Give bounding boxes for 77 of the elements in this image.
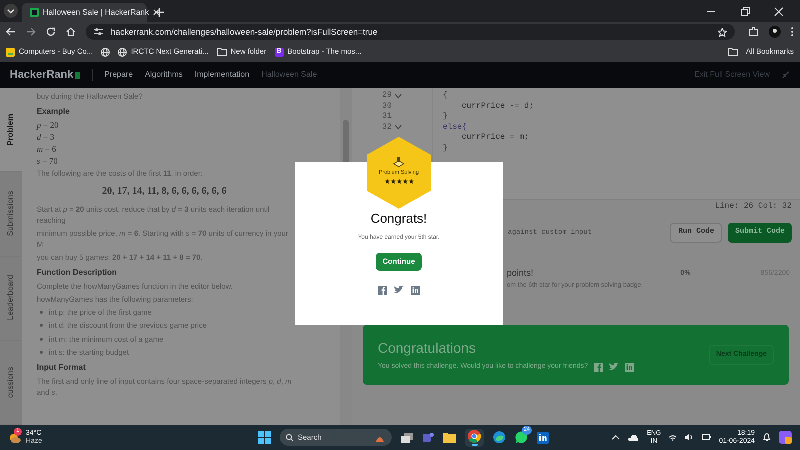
tab-title: Halloween Sale | HackerRank: [43, 6, 150, 18]
close-icon[interactable]: [774, 7, 784, 17]
math-line: p = 20: [37, 120, 60, 130]
line-number: 31: [381, 111, 392, 123]
more-icon[interactable]: [791, 27, 794, 37]
extensions-icon[interactable]: [749, 27, 759, 37]
bullet-icon: [40, 338, 43, 341]
battery-icon[interactable]: [702, 434, 712, 441]
edge-icon[interactable]: [493, 431, 506, 444]
chevron-down-icon[interactable]: [395, 94, 402, 98]
linkedin-icon[interactable]: [537, 432, 549, 444]
windows-icon[interactable]: [258, 431, 271, 444]
close-icon[interactable]: [153, 9, 160, 16]
speaker-icon[interactable]: [685, 434, 694, 441]
reload-icon[interactable]: [46, 27, 56, 37]
breadcrumb-current: Halloween Sale: [262, 69, 318, 81]
home-icon[interactable]: [66, 27, 76, 37]
bullet-icon: [40, 311, 43, 314]
code-line: }: [443, 142, 448, 154]
copilot-icon[interactable]: [779, 431, 792, 444]
wifi-icon[interactable]: [669, 434, 678, 440]
folder-icon: [728, 48, 738, 56]
site-settings-icon: [94, 28, 103, 36]
code-line: }: [443, 111, 448, 123]
new-tab-icon[interactable]: [155, 8, 164, 17]
facebook-icon[interactable]: [378, 286, 387, 294]
breadcrumb-link[interactable]: Prepare: [104, 69, 134, 81]
line-number: 32: [381, 122, 392, 134]
search-icon: [286, 434, 294, 442]
twitter-icon[interactable]: [394, 286, 404, 294]
math-line: s = 70: [37, 156, 59, 166]
line-number: 29: [381, 90, 392, 102]
restore-icon[interactable]: [740, 7, 750, 17]
hackerrank-logo: HackerRank: [10, 68, 74, 83]
section-heading: Function Description: [37, 267, 118, 279]
breadcrumb-link[interactable]: Algorithms: [145, 69, 183, 81]
logo-square-icon: [74, 72, 80, 78]
site-icon: [6, 48, 15, 56]
math-line: d = 3: [37, 132, 56, 142]
cursor-position: Line: 26 Col: 32: [715, 200, 792, 212]
bell-icon[interactable]: [763, 433, 771, 442]
back-icon[interactable]: [6, 27, 16, 37]
globe-icon: [118, 48, 128, 56]
folder-icon[interactable]: [443, 432, 456, 443]
globe-icon[interactable]: [101, 48, 110, 56]
math-sequence: 20, 17, 14, 11, 8, 6, 6, 6, 6, 6, 6: [101, 185, 228, 199]
chrome-icon[interactable]: [468, 430, 481, 442]
section-heading: Example: [37, 106, 71, 118]
avatar-icon[interactable]: [769, 26, 781, 38]
code-line: currPrice = m;: [461, 132, 530, 144]
url-text: hackerrank.com/challenges/halloween-sale/problem?isFullScreen=true: [111, 26, 379, 38]
chat-bubble-icon[interactable]: [515, 431, 528, 444]
math-line: m = 6: [37, 144, 58, 154]
code-line: else{: [443, 122, 468, 133]
folder-icon: [216, 48, 227, 56]
address-bar[interactable]: hackerrank.com/challenges/halloween-sale/problem?isFullScreen=true: [86, 24, 735, 40]
code-line: currPrice -= d;: [461, 100, 534, 112]
cloud-icon[interactable]: [628, 434, 640, 441]
section-heading: Input Format: [37, 362, 87, 374]
trophy-stand-icon: [392, 156, 406, 168]
active-indicator: [472, 444, 478, 446]
task-view-icon[interactable]: [401, 432, 413, 442]
line-number: 30: [381, 100, 392, 112]
chevron-down-icon[interactable]: [395, 125, 402, 130]
bullet-icon: [40, 324, 43, 328]
teams-icon[interactable]: [422, 432, 434, 444]
chevron-up-icon[interactable]: [612, 435, 620, 440]
dialog-title: Congrats!: [370, 210, 428, 228]
points-title: points!: [507, 267, 535, 280]
tab-list-icon[interactable]: [4, 4, 18, 18]
code-line: {: [443, 90, 448, 102]
breadcrumb-link[interactable]: Implementation: [194, 69, 250, 81]
site-icon: [30, 8, 39, 17]
bullet-icon: [40, 350, 43, 354]
forward-icon[interactable]: [26, 27, 36, 37]
banner-title: Congratulations: [378, 338, 478, 358]
star-icon[interactable]: [718, 28, 727, 36]
